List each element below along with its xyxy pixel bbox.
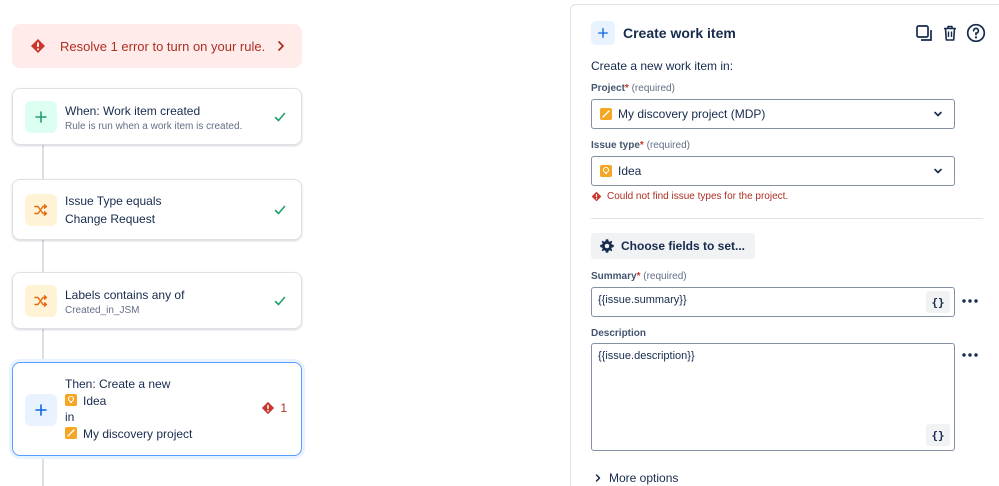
project-select[interactable]: My discovery project (MDP): [591, 99, 955, 129]
description-input[interactable]: {{issue.description}} {}: [591, 343, 955, 451]
choose-fields-button[interactable]: Choose fields to set...: [591, 233, 756, 259]
check-icon: [273, 203, 287, 217]
project-label: Project* (required): [591, 83, 675, 94]
error-count-value: 1: [280, 401, 287, 415]
idea-icon: [600, 165, 612, 177]
check-icon: [273, 110, 287, 124]
action-type: Idea: [83, 393, 107, 408]
action-error-count: 1: [261, 401, 287, 415]
help-icon[interactable]: [965, 22, 987, 44]
divider: [591, 218, 983, 219]
description-value: {{issue.description}}: [598, 350, 695, 362]
config-panel: Create work item Create a new work item …: [570, 4, 999, 486]
rule-action-card[interactable]: Then: Create a new Idea in My discovery …: [12, 362, 302, 456]
project-select-value: My discovery project (MDP): [618, 107, 766, 121]
rule-trigger-card[interactable]: When: Work item created Rule is run when…: [12, 88, 302, 145]
chevron-down-icon: [932, 165, 944, 177]
chevron-right-icon: [274, 39, 288, 53]
chevron-down-icon: [932, 108, 944, 120]
panel-header: Create work item: [591, 21, 987, 45]
error-icon: [30, 38, 46, 54]
trash-icon[interactable]: [939, 22, 961, 44]
copy-icon[interactable]: [913, 22, 935, 44]
condition-title: Labels contains any of: [65, 288, 185, 302]
action-type-row: Idea: [65, 393, 261, 410]
check-icon: [273, 294, 287, 308]
trigger-subtitle: Rule is run when a work item is created.: [65, 121, 243, 132]
condition-line2: Change Request: [65, 212, 156, 226]
more-horizontal-icon[interactable]: [961, 352, 979, 362]
summary-label: Summary* (required): [591, 271, 687, 282]
project-icon: [600, 108, 612, 120]
action-line1: Then: Create a new: [65, 377, 171, 391]
condition-subtitle: Created_in_JSM: [65, 305, 140, 316]
error-banner-text: Resolve 1 error to turn on your rule.: [60, 38, 266, 54]
more-horizontal-icon[interactable]: [961, 298, 979, 308]
rule-condition-card-labels[interactable]: Labels contains any of Created_in_JSM: [12, 272, 302, 329]
idea-icon: [65, 393, 77, 406]
project-icon: [65, 426, 77, 439]
summary-input[interactable]: {{issue.summary}} {}: [591, 287, 955, 317]
action-in: in: [65, 410, 75, 424]
rule-canvas: Resolve 1 error to turn on your rule. Wh…: [0, 0, 570, 486]
smart-value-button[interactable]: {}: [926, 291, 950, 313]
smart-value-button[interactable]: {}: [926, 424, 950, 446]
shuffle-icon: [25, 285, 57, 317]
gear-icon: [599, 238, 615, 254]
panel-intro: Create a new work item in:: [591, 59, 734, 73]
action-project: My discovery project: [83, 426, 193, 441]
plus-icon: [591, 21, 615, 45]
issue-type-error: Could not find issue types for the proje…: [591, 191, 788, 202]
issue-type-select-value: Idea: [618, 164, 642, 178]
chevron-right-icon: [593, 473, 603, 483]
rule-condition-card-issue-type[interactable]: Issue Type equals Change Request: [12, 179, 302, 240]
summary-value: {{issue.summary}}: [598, 294, 687, 306]
error-banner[interactable]: Resolve 1 error to turn on your rule.: [12, 24, 302, 68]
issue-type-select[interactable]: Idea: [591, 156, 955, 186]
error-icon: [261, 401, 275, 415]
plus-icon: [25, 394, 57, 426]
action-project-row: My discovery project: [65, 426, 261, 443]
trigger-title: When: Work item created: [65, 104, 201, 118]
more-options-toggle[interactable]: More options: [593, 471, 678, 485]
plus-icon: [25, 101, 57, 133]
issue-type-label: Issue type* (required): [591, 140, 690, 151]
condition-line1: Issue Type equals: [65, 194, 162, 208]
error-icon: [591, 191, 602, 202]
shuffle-icon: [25, 194, 57, 226]
description-label: Description: [591, 328, 647, 339]
panel-title: Create work item: [623, 25, 736, 41]
